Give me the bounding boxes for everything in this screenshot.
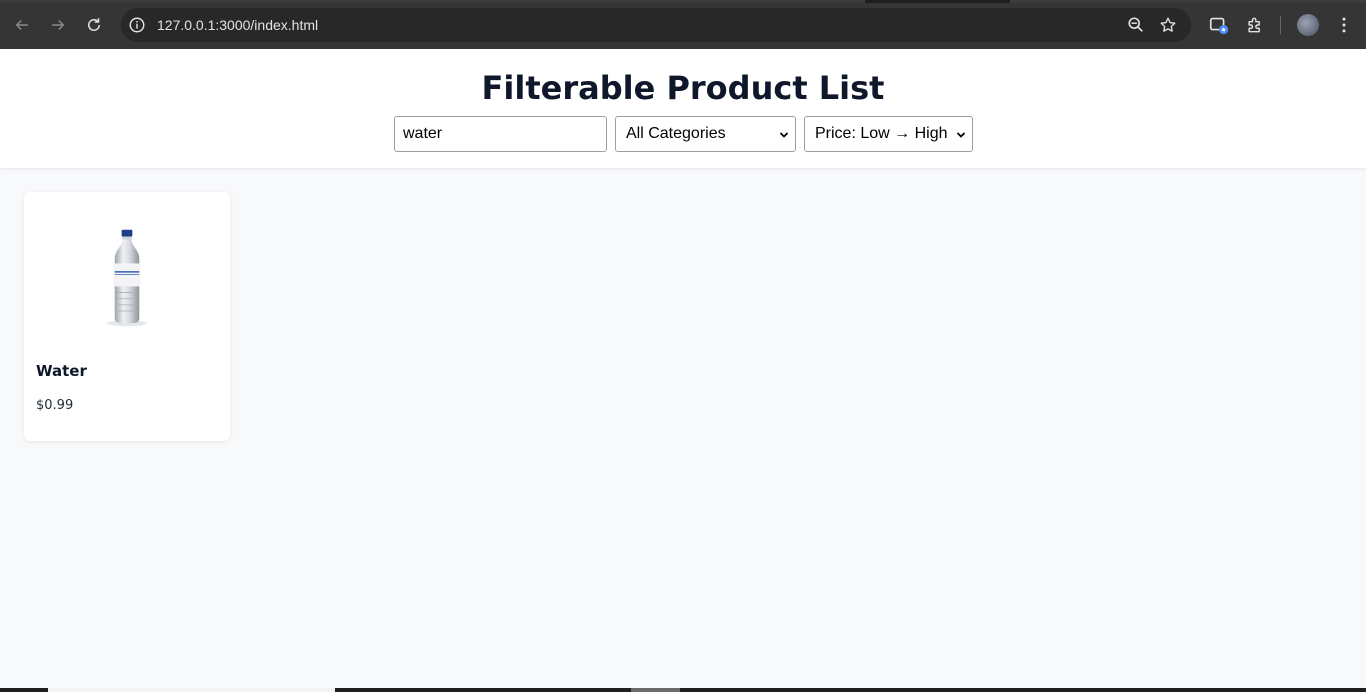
product-name: Water xyxy=(36,362,87,380)
reload-button[interactable] xyxy=(82,13,106,37)
url-text[interactable]: 127.0.0.1:3000/index.html xyxy=(157,17,318,33)
tab-manager-icon xyxy=(1209,17,1229,35)
arrow-right-icon xyxy=(52,19,65,31)
product-card[interactable]: Water $0.99 xyxy=(24,192,230,441)
browser-toolbar: 127.0.0.1:3000/index.html xyxy=(0,0,1366,49)
reload-icon xyxy=(88,18,100,31)
zoom-out-icon[interactable] xyxy=(1127,16,1145,34)
arrow-left-icon xyxy=(15,19,28,31)
info-icon[interactable] xyxy=(127,15,147,35)
search-input[interactable] xyxy=(394,116,607,152)
star-icon[interactable] xyxy=(1159,16,1177,34)
extensions-button[interactable] xyxy=(1243,13,1267,37)
kebab-menu-icon xyxy=(1342,17,1346,33)
page-title: Filterable Product List xyxy=(481,69,885,107)
sort-select-value: Price: Low → High xyxy=(815,125,948,142)
forward-button[interactable] xyxy=(46,13,70,37)
back-button[interactable] xyxy=(10,13,34,37)
taskbar-edge xyxy=(0,688,1366,692)
chevron-down-icon xyxy=(956,132,966,138)
toolbar-separator xyxy=(1280,16,1281,34)
address-bar[interactable]: 127.0.0.1:3000/index.html xyxy=(121,8,1191,42)
tab-strip xyxy=(0,0,1366,3)
sort-select[interactable]: Price: Low → High xyxy=(804,116,973,152)
chevron-down-icon xyxy=(779,132,789,138)
water-bottle-image xyxy=(36,204,218,352)
category-select[interactable]: All Categories xyxy=(615,116,796,152)
category-select-value: All Categories xyxy=(626,125,726,142)
tab-search-button[interactable] xyxy=(1207,13,1231,37)
product-price: $0.99 xyxy=(36,398,74,413)
profile-avatar[interactable] xyxy=(1297,14,1319,36)
page-header: Filterable Product List All Categories P… xyxy=(0,49,1366,168)
browser-menu-button[interactable] xyxy=(1332,13,1356,37)
puzzle-icon xyxy=(1248,17,1260,33)
